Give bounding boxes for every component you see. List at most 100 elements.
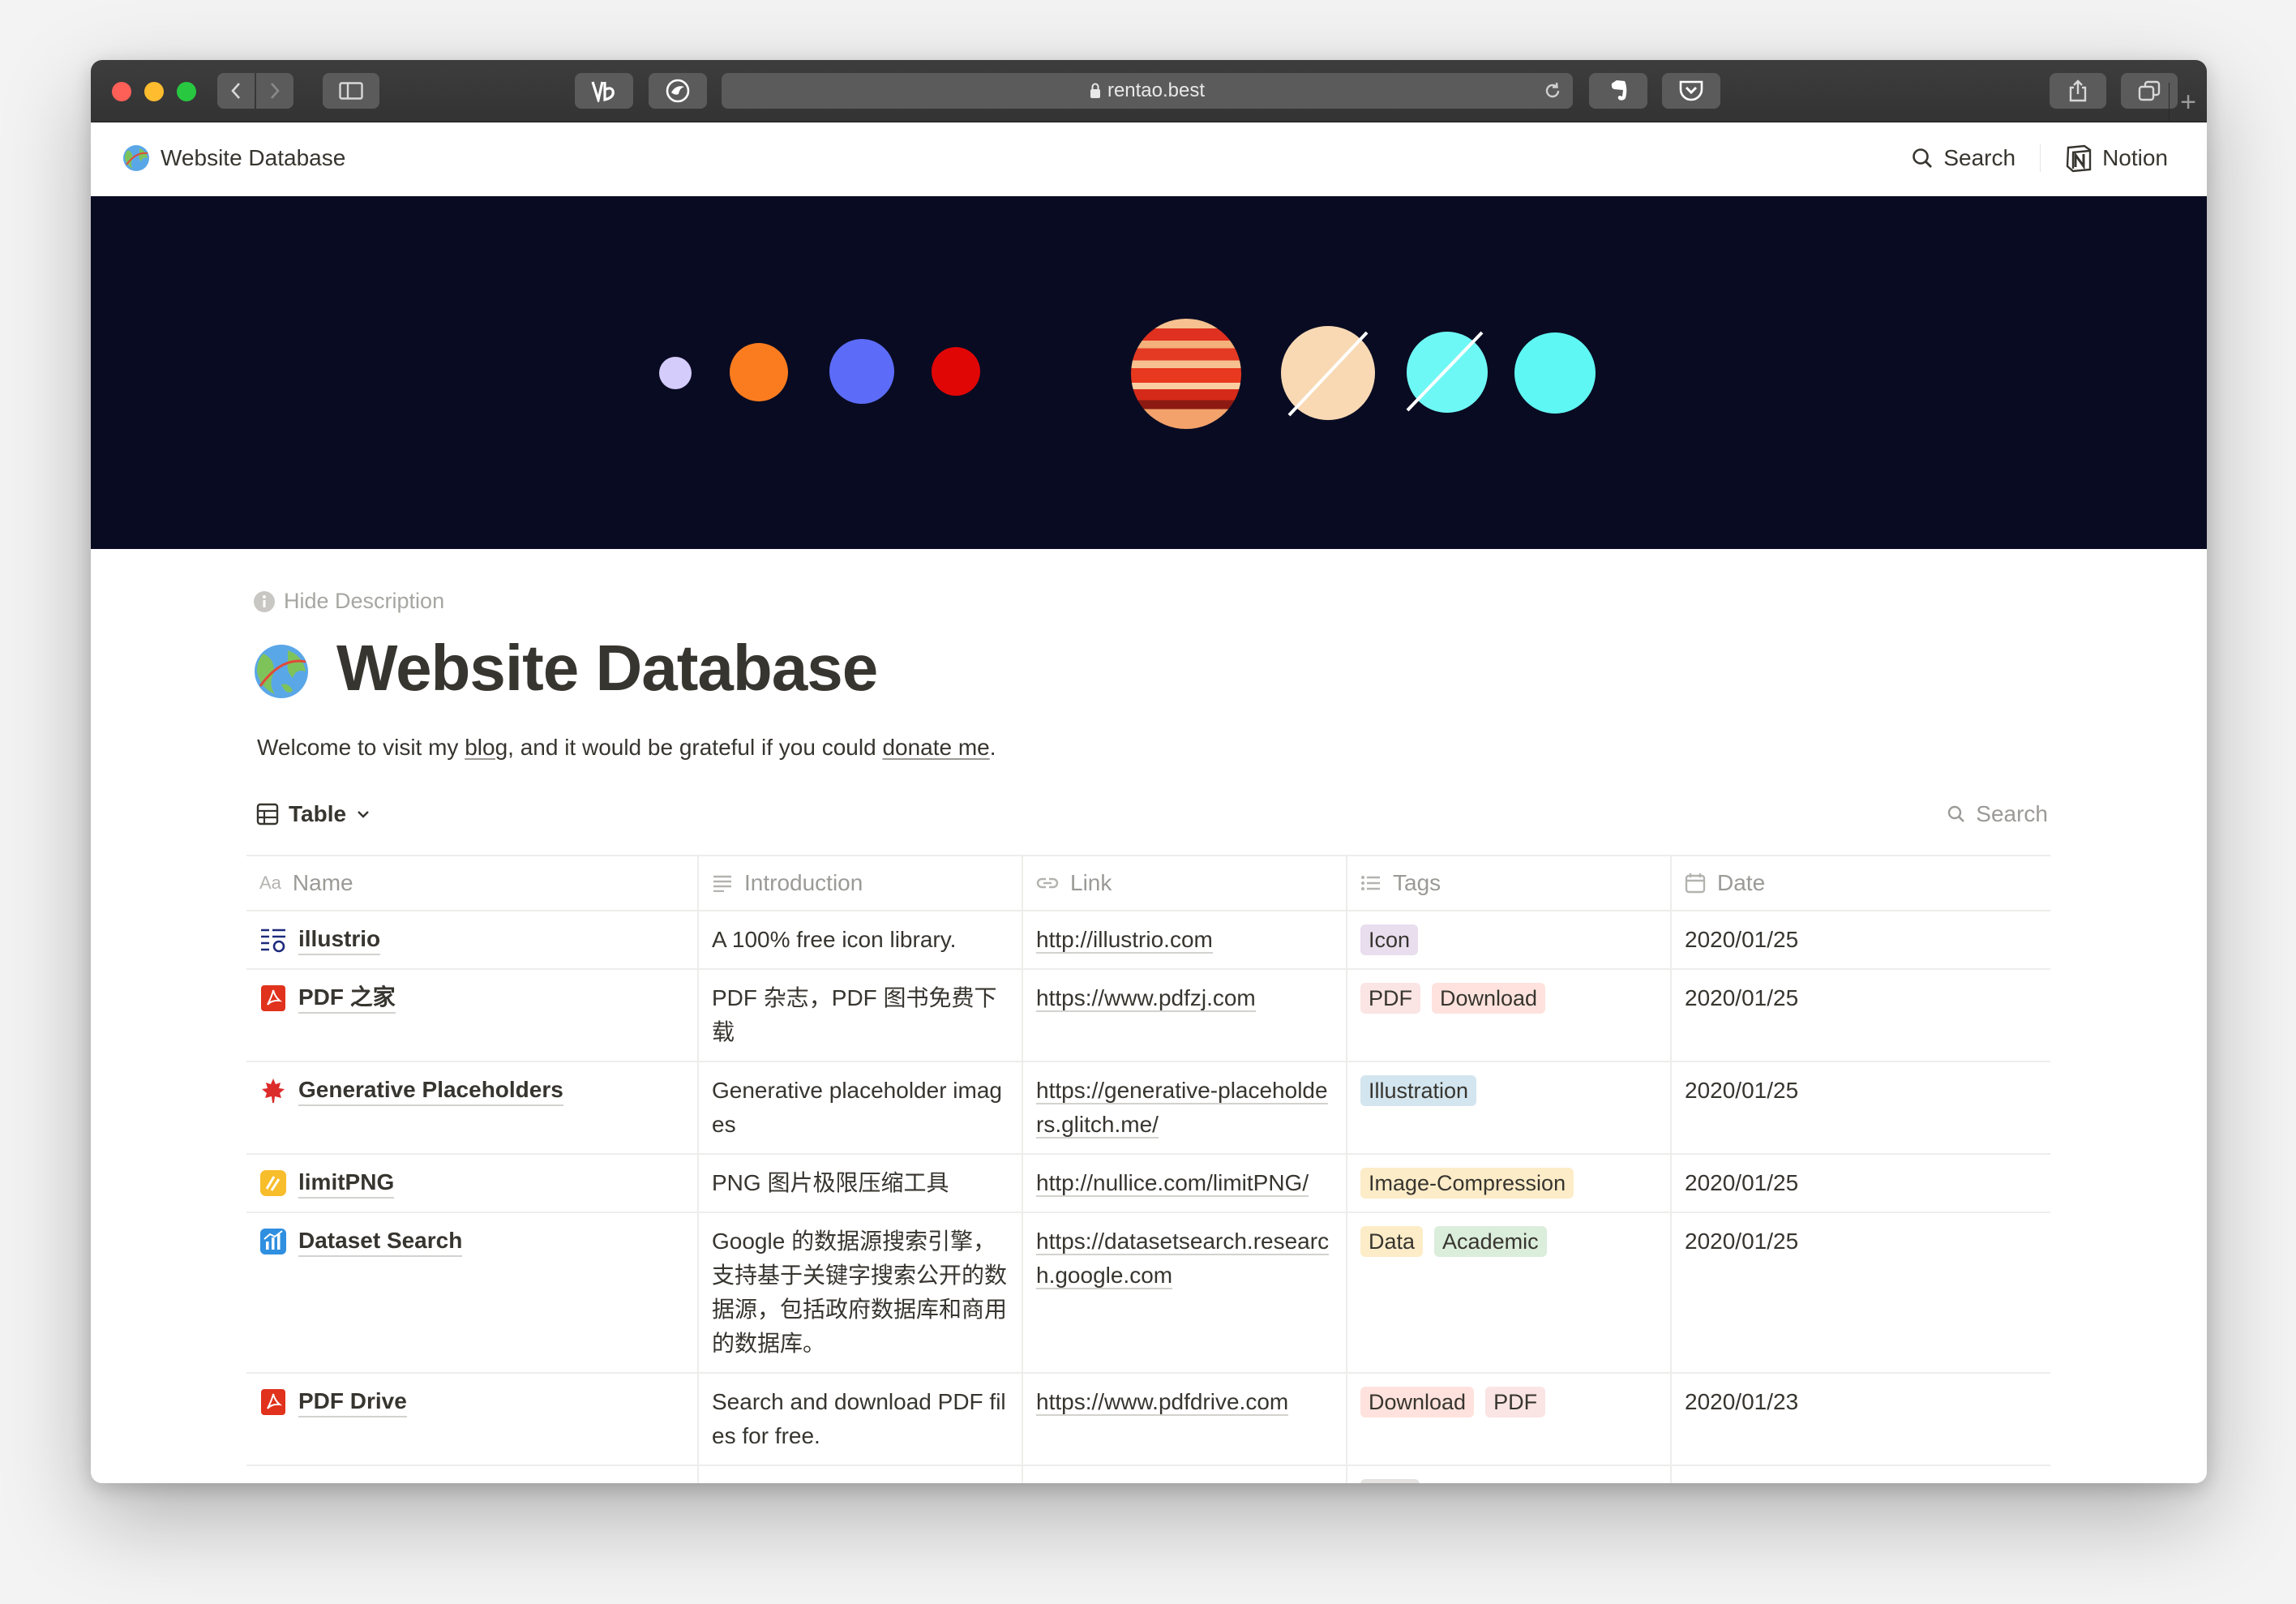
browser-window: rentao.best + Website Database Search No… — [91, 60, 2207, 1483]
tag-badge[interactable]: Map — [1360, 1479, 1420, 1483]
tag-badge[interactable]: Download — [1360, 1387, 1475, 1417]
date-cell[interactable]: 2020/01/25 — [1672, 1213, 2050, 1372]
blog-link[interactable]: blog — [465, 735, 508, 760]
column-header-link[interactable]: Link — [1023, 856, 1347, 910]
table-row[interactable]: PDF 之家 PDF 杂志，PDF 图书免费下载 https://www.pdf… — [246, 970, 2050, 1062]
row-name[interactable]: limitPNG — [298, 1168, 395, 1199]
tags-cell[interactable]: Image-Compression — [1347, 1155, 1672, 1212]
table-row[interactable]: illustrio A 100% free icon library. http… — [246, 911, 2050, 970]
row-date: 2020/01/23 — [1685, 1389, 1799, 1414]
zoom-window-button[interactable] — [177, 82, 196, 101]
date-cell[interactable]: 2020/01/25 — [1672, 911, 2050, 968]
table-row[interactable]: Generative Placeholders Generative place… — [246, 1062, 2050, 1155]
link-cell[interactable]: https://anvaka.github.io/city — [1023, 1466, 1347, 1483]
link-cell[interactable]: https://www.pdfdrive.com — [1023, 1374, 1347, 1465]
row-link[interactable]: https://anvaka.github.io/city — [1036, 1482, 1310, 1483]
close-window-button[interactable] — [112, 82, 131, 101]
date-cell[interactable]: 2020/01/23 — [1672, 1374, 2050, 1465]
tag-badge[interactable]: Download — [1432, 983, 1546, 1014]
tags-cell[interactable]: Illustration — [1347, 1062, 1672, 1153]
maple-leaf-icon — [259, 1077, 287, 1104]
back-button[interactable] — [217, 73, 255, 109]
tag-badge[interactable]: Illustration — [1360, 1075, 1477, 1106]
name-cell[interactable]: city-roads — [246, 1466, 699, 1483]
tags-cell[interactable]: Icon — [1347, 911, 1672, 968]
row-name[interactable]: illustrio — [298, 924, 381, 955]
hide-description-button[interactable]: Hide Description — [253, 589, 444, 614]
database-search-button[interactable]: Search — [1947, 801, 2048, 827]
name-cell[interactable]: PDF 之家 — [246, 970, 699, 1061]
table-row[interactable]: Dataset Search Google 的数据源搜索引擎，支持基于关键字搜索… — [246, 1213, 2050, 1374]
evernote-button[interactable] — [1589, 73, 1647, 109]
name-cell[interactable]: Dataset Search — [246, 1213, 699, 1372]
donate-link[interactable]: donate me — [882, 735, 989, 760]
pocket-button[interactable] — [1662, 73, 1720, 109]
table-row[interactable]: PDF Drive Search and download PDF files … — [246, 1374, 2050, 1466]
minimize-window-button[interactable] — [144, 82, 164, 101]
new-tab-button[interactable]: + — [2169, 83, 2207, 122]
link-cell[interactable]: https://datasetsearch.research.google.co… — [1023, 1213, 1347, 1372]
table-row[interactable]: city-roads Render every single road in h… — [246, 1466, 2050, 1483]
date-cell[interactable]: 2020/01/25 — [1672, 1155, 2050, 1212]
cover-planet-orange — [730, 343, 788, 401]
row-name[interactable]: Generative Placeholders — [298, 1075, 563, 1106]
row-link[interactable]: http://nullice.com/limitPNG/ — [1036, 1170, 1309, 1197]
link-cell[interactable]: http://illustrio.com — [1023, 911, 1347, 968]
row-link[interactable]: http://illustrio.com — [1036, 927, 1213, 954]
view-selector[interactable]: Table — [256, 801, 371, 827]
introduction-cell[interactable]: A 100% free icon library. — [699, 911, 1023, 968]
row-name[interactable]: PDF Drive — [298, 1387, 407, 1417]
table-row[interactable]: limitPNG PNG 图片极限压缩工具 http://nullice.com… — [246, 1155, 2050, 1213]
name-cell[interactable]: limitPNG — [246, 1155, 699, 1212]
tags-cell[interactable]: PDF Download — [1347, 970, 1672, 1061]
column-header-name[interactable]: Aa Name — [246, 856, 699, 910]
tag-badge[interactable]: Data — [1360, 1226, 1424, 1257]
date-cell[interactable]: 2020/01/25 — [1672, 970, 2050, 1061]
tag-badge[interactable]: Academic — [1434, 1226, 1547, 1257]
row-date: 2020/01/25 — [1685, 1482, 1798, 1483]
date-cell[interactable]: 2020/01/25 — [1672, 1466, 2050, 1483]
name-cell[interactable]: Generative Placeholders — [246, 1062, 699, 1153]
date-cell[interactable]: 2020/01/25 — [1672, 1062, 2050, 1153]
tag-badge[interactable]: Image-Compression — [1360, 1168, 1574, 1199]
extension-vb-button[interactable] — [575, 73, 633, 109]
link-cell[interactable]: https://www.pdfzj.com — [1023, 970, 1347, 1061]
column-header-date[interactable]: Date — [1672, 856, 2050, 910]
introduction-cell[interactable]: Search and download PDF files for free. — [699, 1374, 1023, 1465]
row-link[interactable]: https://generative-placeholders.glitch.m… — [1036, 1078, 1328, 1139]
sidebar-toggle-button[interactable] — [323, 73, 379, 109]
forward-button[interactable] — [256, 73, 293, 109]
extension-bird-button[interactable] — [649, 73, 707, 109]
tags-cell[interactable]: Data Academic — [1347, 1213, 1672, 1372]
tag-badge[interactable]: PDF — [1485, 1387, 1546, 1417]
topbar-search-button[interactable]: Search — [1903, 145, 2024, 171]
introduction-cell[interactable]: PNG 图片极限压缩工具 — [699, 1155, 1023, 1212]
breadcrumb[interactable]: Website Database — [122, 144, 345, 173]
introduction-cell[interactable]: Google 的数据源搜索引擎，支持基于关键字搜索公开的数据源，包括政府数据库和… — [699, 1213, 1023, 1372]
link-cell[interactable]: https://generative-placeholders.glitch.m… — [1023, 1062, 1347, 1153]
tag-badge[interactable]: PDF — [1360, 983, 1420, 1014]
tags-cell[interactable]: Download PDF — [1347, 1374, 1672, 1465]
tags-cell[interactable]: Map — [1347, 1466, 1672, 1483]
reload-icon[interactable] — [1542, 80, 1563, 101]
introduction-cell[interactable]: Generative placeholder images — [699, 1062, 1023, 1153]
row-name[interactable]: city-roads — [298, 1479, 407, 1483]
globe-icon[interactable] — [252, 642, 311, 701]
introduction-cell[interactable]: PDF 杂志，PDF 图书免费下载 — [699, 970, 1023, 1061]
row-name[interactable]: Dataset Search — [298, 1226, 463, 1257]
row-link[interactable]: https://datasetsearch.research.google.co… — [1036, 1229, 1330, 1289]
column-header-introduction[interactable]: Introduction — [699, 856, 1023, 910]
notion-label: Notion — [2102, 145, 2168, 170]
address-bar[interactable]: rentao.best — [722, 73, 1573, 109]
link-cell[interactable]: http://nullice.com/limitPNG/ — [1023, 1155, 1347, 1212]
row-link[interactable]: https://www.pdfzj.com — [1036, 985, 1256, 1012]
row-name[interactable]: PDF 之家 — [298, 983, 396, 1014]
column-header-tags[interactable]: Tags — [1347, 856, 1672, 910]
name-cell[interactable]: illustrio — [246, 911, 699, 968]
tag-badge[interactable]: Icon — [1360, 924, 1419, 955]
row-link[interactable]: https://www.pdfdrive.com — [1036, 1389, 1289, 1416]
share-button[interactable] — [2050, 73, 2106, 109]
name-cell[interactable]: PDF Drive — [246, 1374, 699, 1465]
notion-button[interactable]: Notion — [2057, 144, 2176, 173]
introduction-cell[interactable]: Render every single road in — [699, 1466, 1023, 1483]
